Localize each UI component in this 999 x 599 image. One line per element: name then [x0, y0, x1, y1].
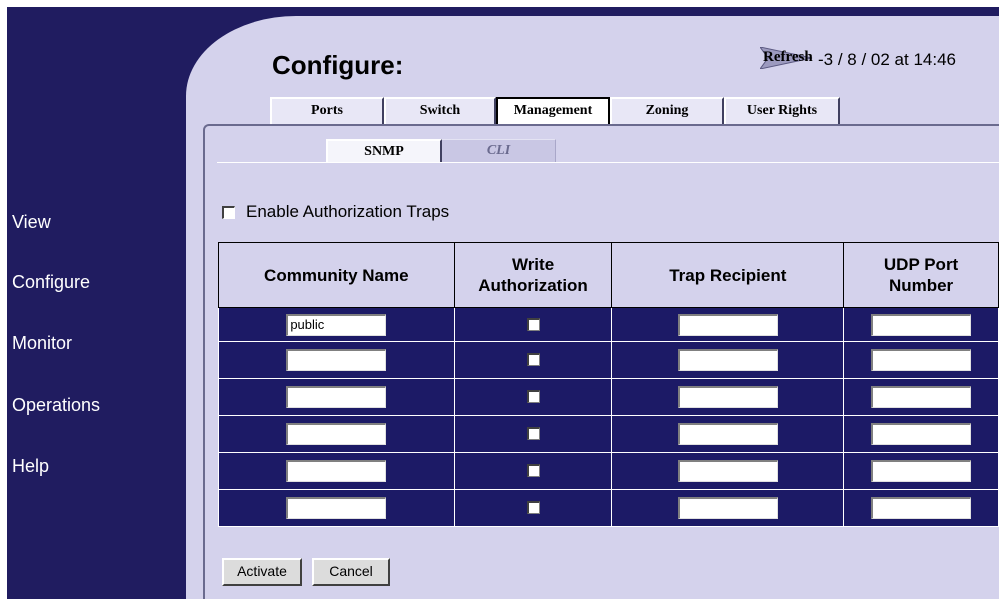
subtab-cli[interactable]: CLI — [442, 139, 556, 163]
trap-recipient-input[interactable] — [677, 460, 778, 482]
community-table: Community Name Write Authorization Trap R… — [218, 242, 999, 527]
trap-recipient-input[interactable] — [677, 423, 778, 445]
table-row — [218, 452, 999, 490]
udp-port-input[interactable] — [871, 349, 972, 371]
nav-item-help[interactable]: Help — [12, 456, 49, 477]
udp-port-input[interactable] — [871, 460, 972, 482]
write-authorization-checkbox[interactable] — [526, 501, 540, 515]
table-row: public — [218, 307, 999, 342]
udp-port-input[interactable] — [871, 386, 972, 408]
trap-recipient-input[interactable] — [677, 497, 778, 519]
nav-item-configure[interactable]: Configure — [12, 272, 90, 293]
udp-port-input[interactable] — [871, 423, 972, 445]
tab-switch[interactable]: Switch — [384, 97, 496, 124]
write-authorization-checkbox[interactable] — [526, 317, 540, 331]
table-row — [218, 415, 999, 453]
table-row — [218, 341, 999, 379]
udp-port-input[interactable] — [871, 313, 972, 336]
refresh-button[interactable]: Refresh — [763, 49, 813, 66]
cancel-button[interactable]: Cancel — [312, 558, 390, 586]
trap-recipient-input[interactable] — [677, 386, 778, 408]
community-name-input[interactable] — [286, 460, 387, 482]
tab-zoning[interactable]: Zoning — [610, 97, 724, 124]
write-authorization-checkbox[interactable] — [526, 464, 540, 478]
tab-user-rights[interactable]: User Rights — [724, 97, 840, 124]
refresh-timestamp: -3 / 8 / 02 at 14:46 — [818, 50, 956, 69]
udp-port-input[interactable] — [871, 497, 972, 519]
subtab-divider — [217, 162, 999, 163]
header-trap-recipient: Trap Recipient — [611, 242, 845, 308]
header-community-name: Community Name — [218, 242, 455, 308]
community-name-input[interactable] — [286, 386, 387, 408]
enable-traps-checkbox[interactable] — [222, 206, 235, 219]
write-authorization-checkbox[interactable] — [526, 353, 540, 367]
table-row — [218, 378, 999, 416]
nav-item-operations[interactable]: Operations — [12, 395, 100, 416]
community-name-input[interactable] — [286, 497, 387, 519]
subtab-snmp[interactable]: SNMP — [326, 139, 442, 163]
table-header-row: Community Name Write Authorization Trap R… — [218, 242, 999, 308]
header-udp-port-number: UDP Port Number — [843, 242, 999, 308]
trap-recipient-input[interactable] — [677, 313, 778, 336]
tab-management[interactable]: Management — [496, 97, 610, 124]
activate-button[interactable]: Activate — [222, 558, 302, 586]
community-name-input[interactable]: public — [286, 313, 387, 336]
community-name-input[interactable] — [286, 423, 387, 445]
nav-item-monitor[interactable]: Monitor — [12, 333, 72, 354]
page-title: Configure: — [272, 50, 404, 80]
write-authorization-checkbox[interactable] — [526, 390, 540, 404]
tab-ports[interactable]: Ports — [270, 97, 384, 124]
trap-recipient-input[interactable] — [677, 349, 778, 371]
enable-traps-label: Enable Authorization Traps — [246, 202, 450, 221]
header-write-authorization: Write Authorization — [453, 242, 613, 308]
community-name-input[interactable] — [286, 349, 387, 371]
write-authorization-checkbox[interactable] — [526, 427, 540, 441]
nav-item-view[interactable]: View — [12, 212, 51, 233]
table-row — [218, 489, 999, 527]
